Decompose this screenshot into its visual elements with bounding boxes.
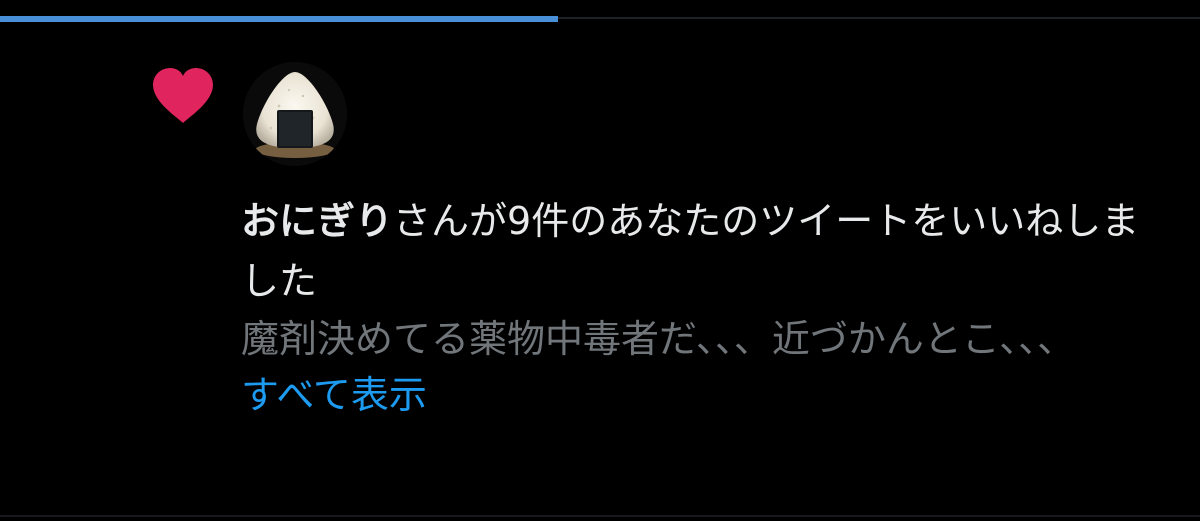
- progress-bar: [0, 16, 558, 22]
- divider: [0, 515, 1200, 517]
- onigiri-avatar-icon: [243, 62, 347, 166]
- heart-icon: [153, 68, 213, 123]
- notification-headline: おにぎりさんが9件のあなたのツイートをいいねしました: [241, 191, 1161, 311]
- notification-content[interactable]: おにぎりさんが9件のあなたのツイートをいいねしました 魔剤決めてる薬物中毒者だ、…: [241, 191, 1161, 422]
- user-avatar[interactable]: [243, 62, 347, 166]
- show-all-link[interactable]: すべて表示: [241, 368, 427, 422]
- user-name[interactable]: おにぎり: [241, 199, 393, 243]
- tweet-preview: 魔剤決めてる薬物中毒者だ、、、近づかんとこ、、、: [241, 317, 1076, 361]
